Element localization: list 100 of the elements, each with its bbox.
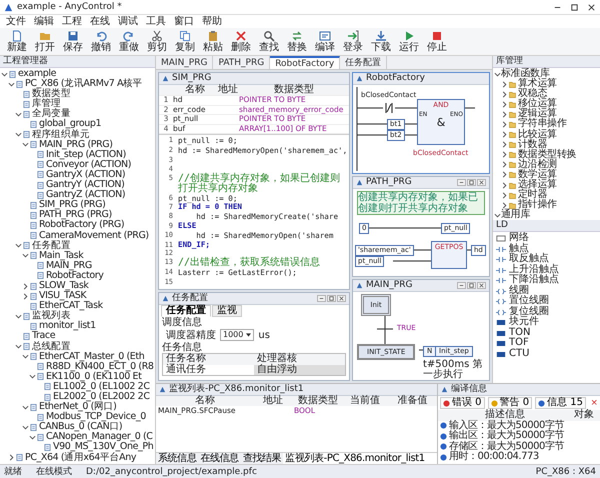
expand-caret-icon[interactable] — [501, 131, 508, 138]
panel-tab[interactable]: 查找结果 — [240, 453, 284, 464]
toolbar-button[interactable]: 保存 — [60, 30, 86, 53]
minimize-icon[interactable] — [457, 282, 466, 290]
toolbox-item[interactable]: CTU — [496, 348, 597, 360]
panel-tab[interactable]: 监视列表-PC_X86.monitor_list1 — [283, 453, 427, 464]
tree-item[interactable]: 任务配置 — [32, 240, 70, 251]
tree-item[interactable]: 全局变量 — [32, 109, 70, 120]
collapse-caret-icon[interactable] — [8, 80, 15, 88]
tree-item[interactable]: EtherCAT_Task — [39, 301, 103, 312]
tree-item[interactable]: EtherNet_0 (网口) — [39, 402, 116, 412]
toolbar-button[interactable]: 运行 — [396, 30, 422, 53]
toolbar-button[interactable]: 查找 — [256, 30, 282, 53]
tree-item[interactable]: MAIN_PRG (PRG) — [39, 140, 113, 150]
collapse-caret-icon[interactable] — [22, 141, 29, 148]
menu-item[interactable]: 文件 — [6, 16, 26, 28]
toolbar-button[interactable]: 新建 — [4, 30, 30, 53]
library-item[interactable]: 数据类型转换 — [518, 150, 576, 160]
tree-item[interactable]: PATH_PRG (PRG) — [39, 210, 112, 220]
collapse-caret-icon[interactable] — [15, 110, 22, 118]
close-icon[interactable] — [587, 2, 596, 12]
expand-caret-icon[interactable] — [8, 454, 15, 462]
expand-caret-icon[interactable] — [501, 121, 508, 128]
tree-item[interactable]: Init_step (ACTION) — [46, 150, 126, 160]
library-item[interactable]: 比较运算 — [518, 130, 557, 140]
menu-item[interactable]: 工具 — [146, 16, 166, 28]
library-item[interactable]: 双稳态 — [518, 89, 548, 100]
tree-item[interactable]: EtherCAT_Master_0 (Eth — [39, 352, 144, 362]
expand-caret-icon[interactable] — [501, 192, 508, 199]
expand-caret-icon[interactable] — [501, 202, 508, 209]
tree-item[interactable]: Conveyor (ACTION) — [46, 160, 132, 170]
collapse-caret-icon[interactable] — [15, 131, 22, 138]
tree-item[interactable]: SLOW_Task — [39, 280, 89, 292]
collapse-caret-icon[interactable] — [15, 343, 22, 350]
tree-item[interactable]: EK1100_0 (EK1100 Et — [46, 372, 142, 382]
tree-item[interactable]: EL1002_0 (EL1002 2C — [53, 382, 150, 392]
tree-item[interactable]: Modbus_TCP_Device_0 — [46, 412, 146, 422]
filter-button[interactable]: 信息 15 — [535, 397, 586, 409]
expand-caret-icon[interactable] — [501, 171, 508, 178]
expand-caret-icon[interactable] — [501, 141, 508, 148]
expand-caret-icon[interactable] — [22, 292, 29, 300]
collapse-caret-icon[interactable] — [1, 70, 8, 78]
tree-item[interactable]: 总线配置 — [32, 342, 70, 352]
filter-button[interactable]: 警告 0 — [488, 397, 532, 409]
toolbox-item[interactable]: 网络 — [496, 233, 597, 244]
toolbar-button[interactable]: 粘贴 — [200, 30, 226, 53]
toolbar-button[interactable]: 打开 — [32, 30, 58, 53]
tree-item[interactable]: RobotFactory (PRG) — [39, 220, 124, 230]
maximize-icon[interactable] — [570, 2, 579, 12]
tree-item[interactable]: 库管理 — [32, 99, 61, 110]
tree-item[interactable]: CANopen_Manager_0 (C — [46, 432, 152, 442]
toolbox-item[interactable]: 块元件 — [496, 317, 597, 328]
tree-item[interactable]: MAIN_PRG — [46, 260, 92, 271]
toolbar-button[interactable]: 下载 — [368, 30, 394, 53]
tree-item[interactable]: GantryY (ACTION) — [46, 180, 124, 190]
tree-item[interactable]: PC_X86 (龙讯ARMv7 A核平 — [25, 79, 142, 90]
toolbar-button[interactable]: 编译 — [312, 30, 338, 53]
collapse-caret-icon[interactable] — [494, 70, 501, 78]
collapse-caret-icon[interactable] — [29, 434, 36, 441]
tree-item[interactable]: GantryZ (ACTION) — [46, 190, 126, 200]
collapse-caret-icon[interactable] — [22, 353, 29, 360]
toolbox-item[interactable]: 置位线圈 — [496, 296, 597, 307]
menu-item[interactable]: 编辑 — [34, 16, 54, 28]
expand-caret-icon[interactable] — [501, 80, 508, 88]
minimize-icon[interactable] — [317, 295, 326, 302]
collapse-caret-icon[interactable] — [15, 312, 22, 320]
collapse-caret-icon[interactable] — [22, 252, 29, 260]
library-item[interactable]: 边沿检测 — [518, 160, 557, 170]
toolbar-button[interactable]: 复制 — [172, 30, 198, 53]
library-item[interactable]: 字符串操作 — [518, 119, 567, 130]
expand-caret-icon[interactable] — [501, 90, 508, 98]
tree-item[interactable]: example — [18, 69, 56, 80]
precision-dropdown[interactable]: 1000 — [220, 329, 254, 341]
tree-item[interactable]: VISU_TASK — [39, 291, 86, 302]
toolbar-button[interactable]: 剪切 — [144, 30, 170, 53]
tree-item[interactable]: CANBus_0 (CAN口) — [39, 422, 122, 432]
toolbox-item[interactable]: 取反触点 — [496, 254, 597, 265]
tree-item[interactable]: R88D_KN400_ECT_0 (R8 — [46, 362, 154, 372]
collapse-caret-icon[interactable] — [15, 242, 22, 250]
tree-item[interactable]: Main_Task — [39, 250, 84, 261]
tree-item[interactable]: SIM_PRG (PRG) — [39, 200, 106, 210]
collapse-caret-icon[interactable] — [22, 404, 29, 411]
expand-caret-icon[interactable] — [22, 282, 29, 290]
library-item[interactable]: 移位运算 — [518, 99, 557, 110]
tree-item[interactable]: EL2002_0 (EL2002 2C — [53, 392, 150, 402]
editor-tab[interactable]: RobotFactory — [270, 56, 340, 69]
menu-item[interactable]: 帮助 — [202, 16, 222, 28]
toolbar-button[interactable]: 替换 — [284, 30, 310, 53]
clear-button[interactable]: × — [589, 398, 600, 408]
tree-item[interactable]: GantryX (ACTION) — [46, 170, 126, 180]
toolbar-button[interactable]: 撤销 — [88, 30, 114, 53]
minimize-icon[interactable] — [457, 178, 466, 186]
menu-item[interactable]: 在线 — [90, 16, 110, 28]
menu-item[interactable]: 工程 — [62, 16, 82, 28]
expand-caret-icon[interactable] — [501, 151, 508, 158]
tree-item[interactable]: RobotFactory — [46, 270, 104, 281]
toolbox-item[interactable]: TOF — [496, 338, 597, 349]
expand-caret-icon[interactable] — [501, 182, 508, 189]
tree-item[interactable]: V90_MS_130V_One_Ph — [53, 442, 154, 453]
tree-item[interactable]: 数据类型 — [32, 89, 70, 100]
